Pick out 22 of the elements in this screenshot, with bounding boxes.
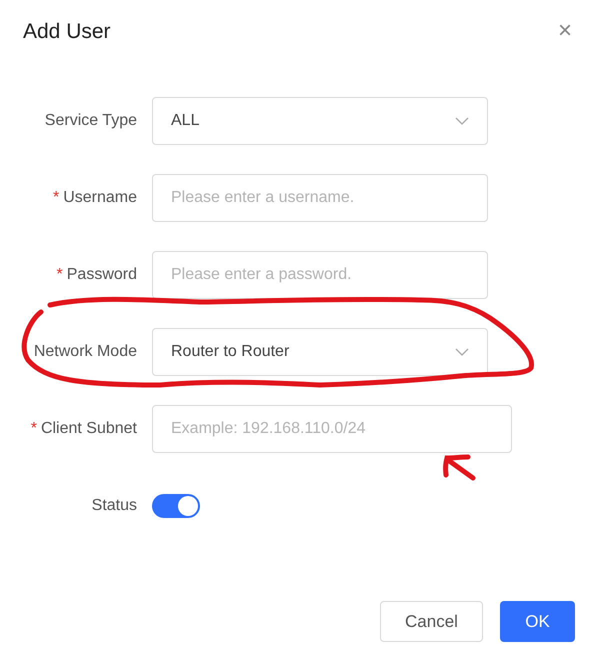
annotation-arrow — [443, 454, 476, 480]
dialog-title: Add User — [23, 20, 111, 42]
status-toggle[interactable] — [152, 494, 200, 518]
chevron-down-icon — [455, 348, 469, 356]
field-label: Client Subnet — [40, 420, 137, 437]
ok-button[interactable]: OK — [500, 601, 575, 642]
field-label: Password — [66, 266, 137, 283]
chevron-down-icon — [455, 117, 469, 125]
input-field[interactable]: Please enter a username. — [152, 174, 488, 222]
select-field[interactable]: ALL — [152, 97, 488, 145]
field-label: Service Type — [44, 112, 137, 129]
field-label: Username — [63, 189, 137, 206]
input-field[interactable]: Example: 192.168.110.0/24 — [152, 405, 512, 453]
cancel-button[interactable]: Cancel — [380, 601, 483, 642]
field-label: Status — [92, 497, 137, 514]
required-mark: * — [30, 420, 37, 437]
input-field[interactable]: Please enter a password. — [152, 251, 488, 299]
required-mark: * — [56, 266, 63, 283]
field-label: Network Mode — [34, 343, 137, 360]
required-mark: * — [52, 189, 60, 206]
close-button[interactable]: × — [558, 19, 572, 43]
select-field[interactable]: Router to Router — [152, 328, 488, 376]
